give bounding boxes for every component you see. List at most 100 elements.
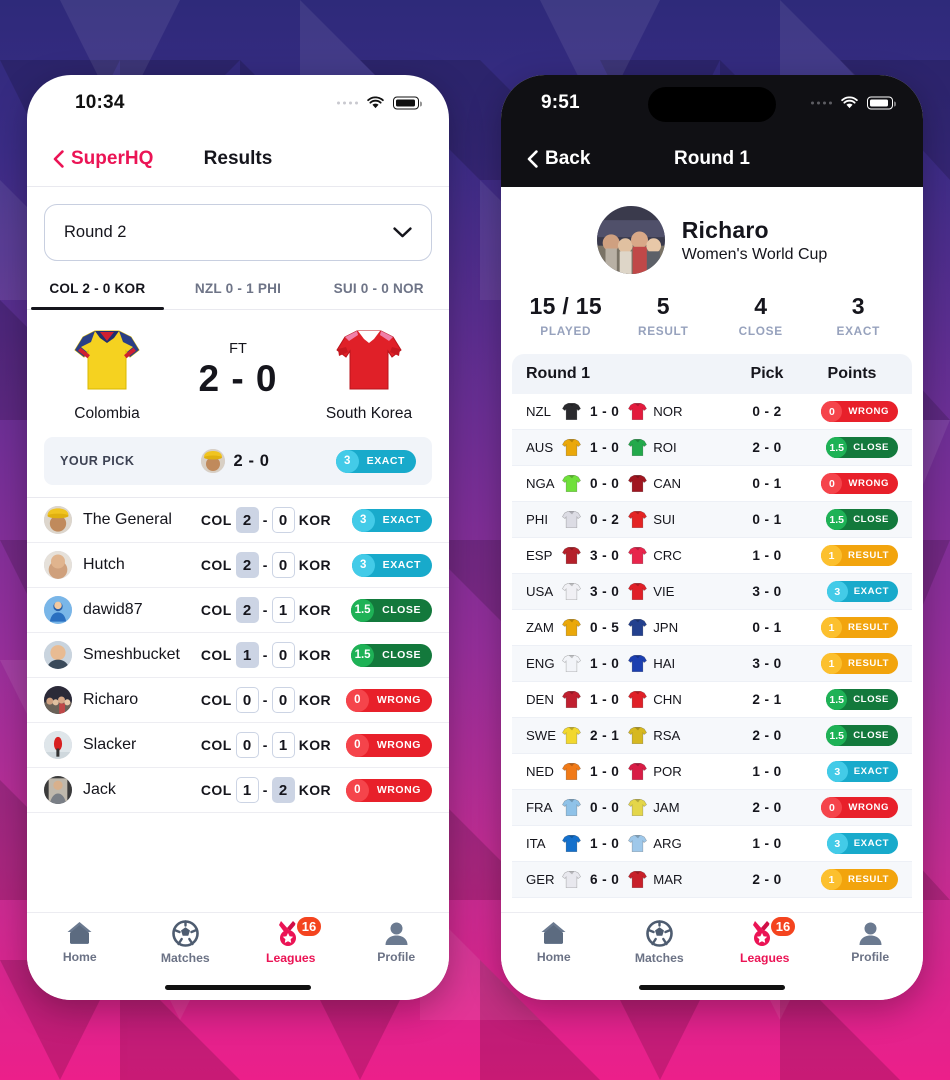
table-row[interactable]: NZL 1 - 0 NOR 0 - 2 0 WRONG bbox=[512, 394, 912, 430]
points-label: WRONG bbox=[848, 406, 889, 417]
table-row[interactable]: dawid87 COL 2 - 1 KOR 1.5 CLOSE bbox=[27, 588, 449, 633]
match-tab-1[interactable]: NZL 0 - 1 PHI bbox=[168, 281, 309, 309]
row-home-abbr: SWE bbox=[526, 728, 557, 743]
screen-round-detail: Richaro Women's World Cup 15 / 15 PLAYED… bbox=[501, 187, 923, 898]
avatar-dawid87-icon bbox=[44, 596, 72, 624]
tab-profile[interactable]: Profile bbox=[818, 913, 924, 971]
pick-away-score: 0 bbox=[271, 552, 295, 578]
back-button[interactable]: Back bbox=[527, 148, 590, 170]
round-select[interactable]: Round 2 bbox=[44, 204, 432, 261]
stat-value: 3 bbox=[851, 293, 865, 319]
points-label: RESULT bbox=[848, 622, 889, 633]
table-row[interactable]: ITA 1 - 0 ARG 1 - 0 3 EXACT bbox=[512, 826, 912, 862]
row-home-abbr: NED bbox=[526, 764, 554, 779]
table-row[interactable]: ESP 3 - 0 CRC 1 - 0 1 RESULT bbox=[512, 538, 912, 574]
points-label: RESULT bbox=[848, 658, 889, 669]
table-row[interactable]: GER 6 - 0 MAR 2 - 0 1 RESULT bbox=[512, 862, 912, 898]
status-badge: 1.5 CLOSE bbox=[826, 509, 898, 530]
back-button-label: SuperHQ bbox=[71, 147, 154, 169]
shirt-vie-icon bbox=[628, 582, 648, 601]
chevron-left-icon bbox=[527, 150, 538, 168]
row-score: 6 - 0 bbox=[590, 872, 620, 887]
tab-label: Profile bbox=[377, 949, 416, 964]
row-home-abbr: DEN bbox=[526, 692, 554, 707]
row-score: 2 - 1 bbox=[590, 728, 620, 743]
tab-label: Home bbox=[62, 949, 97, 964]
round-select-value: Round 2 bbox=[64, 223, 127, 241]
row-score: 0 - 5 bbox=[590, 620, 620, 635]
column-header-pick: Pick bbox=[750, 365, 784, 382]
row-home-abbr: FRA bbox=[526, 800, 553, 815]
table-row[interactable]: Jack COL 1 - 2 KOR 0 WRONG bbox=[27, 768, 449, 813]
shirt-jam-icon bbox=[628, 798, 648, 817]
table-row[interactable]: ZAM 0 - 5 JPN 0 - 1 1 RESULT bbox=[512, 610, 912, 646]
leagues-badge: 16 bbox=[294, 915, 324, 938]
row-home-abbr: PHI bbox=[526, 512, 548, 527]
tab-label: Profile bbox=[851, 949, 890, 964]
shirt-arg-icon bbox=[628, 834, 648, 853]
status-time: 10:34 bbox=[75, 92, 125, 113]
status-bar-right: 9:51 bbox=[501, 75, 923, 131]
table-row[interactable]: DEN 1 - 0 CHN 2 - 1 1.5 CLOSE bbox=[512, 682, 912, 718]
table-row[interactable]: Smeshbucket COL 1 - 0 KOR 1.5 CLOSE bbox=[27, 633, 449, 678]
status-badge: 1.5 CLOSE bbox=[351, 598, 432, 622]
shirt-esp-icon bbox=[562, 546, 581, 565]
tab-home[interactable]: Home bbox=[27, 913, 133, 971]
status-badge: 0 WRONG bbox=[345, 778, 432, 802]
tab-profile[interactable]: Profile bbox=[344, 913, 450, 971]
table-row[interactable]: AUS 1 - 0 ROI 2 - 0 1.5 CLOSE bbox=[512, 430, 912, 466]
table-row[interactable]: Richaro COL 0 - 0 KOR 0 WRONG bbox=[27, 678, 449, 723]
table-row[interactable]: NED 1 - 0 POR 1 - 0 3 EXACT bbox=[512, 754, 912, 790]
nav-bar-right: Back Round 1 bbox=[501, 131, 923, 187]
shirt-ita-icon bbox=[562, 834, 581, 853]
table-row[interactable]: Hutch COL 2 - 0 KOR 3 EXACT bbox=[27, 543, 449, 588]
shirt-swe-icon bbox=[562, 726, 581, 745]
shirt-usa-icon bbox=[562, 582, 581, 601]
score-dash: - bbox=[262, 557, 268, 573]
pick-user-name: Hutch bbox=[83, 556, 125, 573]
row-away-abbr: CHN bbox=[653, 692, 682, 707]
tab-home[interactable]: Home bbox=[501, 913, 607, 971]
table-row[interactable]: FRA 0 - 0 JAM 2 - 0 0 WRONG bbox=[512, 790, 912, 826]
shirt-sui-icon bbox=[628, 510, 648, 529]
tab-matches[interactable]: Matches bbox=[133, 913, 239, 971]
points-value: 1 bbox=[821, 869, 843, 890]
row-score: 1 - 0 bbox=[590, 656, 620, 671]
table-row[interactable]: Slacker COL 0 - 1 KOR 0 WRONG bbox=[27, 723, 449, 768]
points-label: CLOSE bbox=[853, 694, 889, 705]
row-home-abbr: ITA bbox=[526, 836, 546, 851]
stat-label: RESULT bbox=[637, 324, 689, 338]
back-button-superhq[interactable]: SuperHQ bbox=[53, 148, 153, 170]
table-row[interactable]: USA 3 - 0 VIE 3 - 0 3 EXACT bbox=[512, 574, 912, 610]
match-tab-2[interactable]: SUI 0 - 0 NOR bbox=[308, 281, 449, 309]
row-home-abbr: AUS bbox=[526, 440, 554, 455]
profile-header: Richaro Women's World Cup bbox=[501, 187, 923, 279]
pick-home-abbr: COL bbox=[200, 602, 232, 618]
points-label: EXACT bbox=[853, 838, 889, 849]
scoreboard-score: FT 2 - 0 bbox=[198, 327, 277, 401]
table-row[interactable]: PHI 0 - 2 SUI 0 - 1 1.5 CLOSE bbox=[512, 502, 912, 538]
status-badge: 3 EXACT bbox=[826, 581, 898, 602]
match-status: FT bbox=[229, 341, 247, 357]
tab-leagues[interactable]: 16 Leagues bbox=[712, 913, 818, 971]
avatar-smeshbucket-icon bbox=[44, 641, 72, 669]
points-value: 1.5 bbox=[826, 509, 848, 530]
tab-matches[interactable]: Matches bbox=[607, 913, 713, 971]
stat-close: 4 CLOSE bbox=[712, 293, 810, 338]
table-row[interactable]: NGA 0 - 0 CAN 0 - 1 0 WRONG bbox=[512, 466, 912, 502]
pick-away-score: 0 bbox=[271, 687, 295, 713]
points-value: 3 bbox=[826, 761, 848, 782]
page-title-round: Round 1 bbox=[674, 148, 750, 169]
score-dash: - bbox=[262, 782, 268, 798]
shirt-den-icon bbox=[562, 690, 581, 709]
table-row[interactable]: ENG 1 - 0 HAI 3 - 0 1 RESULT bbox=[512, 646, 912, 682]
row-pick: 0 - 1 bbox=[752, 620, 782, 635]
table-row[interactable]: SWE 2 - 1 RSA 2 - 0 1.5 CLOSE bbox=[512, 718, 912, 754]
table-row[interactable]: The General COL 2 - 0 KOR 3 EXACT bbox=[27, 498, 449, 543]
tab-leagues[interactable]: 16 Leagues bbox=[238, 913, 344, 971]
shirt-south-korea-icon bbox=[336, 330, 402, 390]
match-tab-0[interactable]: COL 2 - 0 KOR bbox=[27, 281, 168, 310]
row-score: 1 - 0 bbox=[590, 764, 620, 779]
stat-label: EXACT bbox=[836, 324, 880, 338]
pick-home-score: 2 bbox=[235, 507, 259, 533]
